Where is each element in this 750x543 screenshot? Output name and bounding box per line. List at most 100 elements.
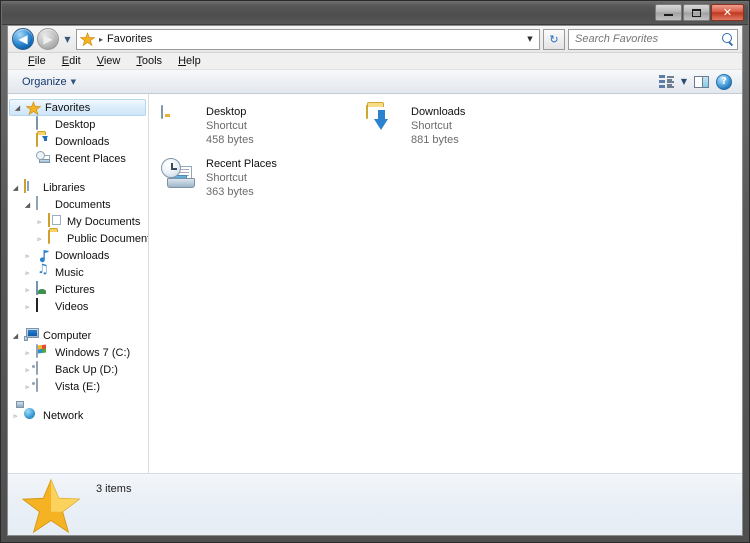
list-item[interactable]: Desktop Shortcut 458 bytes <box>157 102 362 154</box>
minimize-button[interactable] <box>655 4 682 21</box>
breadcrumb-path[interactable]: Favorites <box>107 33 152 45</box>
menu-bar: File Edit View Tools Help <box>8 53 742 70</box>
preview-pane-icon[interactable] <box>694 75 709 88</box>
history-dropdown-button[interactable]: ▼ <box>62 35 73 44</box>
tree-expand-icon-closed[interactable]: ▹ <box>22 286 33 294</box>
file-size: 458 bytes <box>206 134 254 146</box>
menu-view[interactable]: View <box>89 54 129 69</box>
refresh-icon: ↻ <box>549 32 559 46</box>
sidebar-item-libraries[interactable]: ◢ Libraries <box>8 178 148 196</box>
sidebar-item-label: Back Up (D:) <box>55 363 118 376</box>
title-bar[interactable]: ✕ <box>2 2 748 25</box>
sidebar-item-label: Desktop <box>55 118 96 131</box>
sidebar-item-documents[interactable]: ◢ Documents <box>8 195 148 213</box>
file-text-block: Desktop Shortcut 458 bytes <box>206 104 254 152</box>
tree-expand-icon-open[interactable]: ◢ <box>22 201 33 209</box>
sidebar-item-label: Vista (E:) <box>55 380 101 393</box>
refresh-button[interactable]: ↻ <box>543 28 565 50</box>
sidebar-item-downloads[interactable]: ▹ Downloads <box>8 247 148 264</box>
music-icon <box>36 265 52 281</box>
breadcrumb-bar[interactable]: ▸ Favorites ▼ <box>76 28 540 50</box>
tree-expand-icon-closed[interactable]: ▹ <box>22 269 33 277</box>
menu-edit-rest: dit <box>69 54 81 67</box>
recent-icon <box>36 150 52 167</box>
sidebar-item-vista-e[interactable]: ▹ Vista (E:) <box>8 377 148 395</box>
favorites-star-large-icon <box>21 478 81 534</box>
tree-expand-icon-closed[interactable]: ▹ <box>34 218 45 226</box>
file-name: Recent Places <box>206 158 277 170</box>
sidebar-item-label: Computer <box>43 329 92 342</box>
sidebar-item-my-documents[interactable]: ▹ My Documents <box>8 212 148 230</box>
sidebar-item-desktop[interactable]: Desktop <box>8 115 148 133</box>
tree-expand-icon-closed[interactable]: ▹ <box>34 235 45 243</box>
navigation-pane[interactable]: ◢ Favorites Desktop Downloads Recent Places ◢… <box>8 94 149 473</box>
search-input[interactable] <box>575 33 721 45</box>
chevron-down-icon: ▼ <box>70 77 77 86</box>
sidebar-item-windows-7-c[interactable]: ▹ Windows 7 (C:) <box>8 343 148 361</box>
menu-help[interactable]: Help <box>170 54 209 69</box>
view-options-icon[interactable] <box>658 75 674 88</box>
folder-downloads-icon <box>366 105 402 142</box>
status-bar: 3 items <box>8 473 742 535</box>
tree-group-spacer <box>8 167 148 179</box>
file-type: Shortcut <box>206 172 247 184</box>
tree-expand-icon-open[interactable]: ◢ <box>10 184 21 192</box>
sidebar-item-computer[interactable]: ◢ Computer <box>8 327 148 344</box>
sidebar-item-label: Downloads <box>55 135 110 148</box>
sidebar-item-label: Libraries <box>43 181 86 194</box>
maximize-button[interactable] <box>683 4 710 21</box>
forward-button[interactable]: ▶ <box>37 28 59 50</box>
downloads-icon <box>36 132 52 150</box>
sidebar-item-pictures[interactable]: ▹ Pictures <box>8 280 148 298</box>
menu-tools-rest: ools <box>141 54 163 67</box>
sidebar-item-favorites[interactable]: ◢ Favorites <box>9 99 146 116</box>
sidebar-item-back-up-d[interactable]: ▹ Back Up (D:) <box>8 360 148 378</box>
tree-expand-icon-closed[interactable]: ▹ <box>10 412 21 420</box>
sidebar-item-public-documents[interactable]: ▹ Public Documents <box>8 229 149 247</box>
sidebar-item-recent-places[interactable]: Recent Places <box>8 150 148 167</box>
favorites-star-icon <box>79 31 96 47</box>
videos-icon <box>36 297 52 315</box>
tree-expand-icon-closed[interactable]: ▹ <box>22 252 33 260</box>
sidebar-item-label: My Documents <box>67 215 141 228</box>
menu-file[interactable]: File <box>20 54 54 69</box>
search-icon <box>721 32 734 46</box>
list-item[interactable]: Downloads Shortcut 881 bytes <box>362 102 567 154</box>
close-icon: ✕ <box>722 6 733 19</box>
network-icon <box>16 400 40 424</box>
sidebar-item-videos[interactable]: ▹ Videos <box>8 297 148 315</box>
tree-group-spacer <box>8 395 148 407</box>
maximize-icon <box>692 8 701 17</box>
sidebar-item-music[interactable]: ▹ Music <box>8 264 148 281</box>
breadcrumb-separator: ▸ <box>99 34 104 44</box>
address-dropdown-icon[interactable]: ▼ <box>523 35 537 43</box>
document-icon <box>36 195 52 213</box>
explorer-window: ✕ ◀ ▶ ▼ ▸ Favorites ▼ ↻ Search Favorites… <box>0 0 750 543</box>
organize-button[interactable]: Organize ▼ <box>22 76 76 88</box>
sidebar-item-label: Public Documents <box>67 232 149 245</box>
tree-expand-icon-open[interactable]: ◢ <box>10 332 21 340</box>
address-bar: ◀ ▶ ▼ ▸ Favorites ▼ ↻ <box>8 26 742 53</box>
window-controls: ✕ <box>655 4 744 21</box>
tree-expand-icon-closed[interactable]: ▹ <box>22 349 33 357</box>
menu-file-accel: F <box>28 54 35 67</box>
forward-arrow-icon: ▶ <box>43 32 53 46</box>
menu-edit-accel: E <box>61 54 70 67</box>
library-icon <box>24 178 40 196</box>
drive-windows-icon <box>36 343 52 361</box>
tree-expand-icon-open[interactable]: ◢ <box>12 104 23 112</box>
status-item-count: 3 items <box>96 483 132 495</box>
menu-edit[interactable]: Edit <box>54 54 89 69</box>
sidebar-item-downloads[interactable]: Downloads <box>8 132 148 150</box>
back-button[interactable]: ◀ <box>12 28 34 50</box>
close-button[interactable]: ✕ <box>711 4 744 21</box>
help-icon[interactable]: ? <box>716 73 732 90</box>
view-dropdown-icon[interactable]: ▼ <box>681 77 687 86</box>
list-item[interactable]: Recent Places Shortcut 363 bytes <box>157 154 362 206</box>
file-list-view[interactable]: Desktop Shortcut 458 bytes Downloads Sho… <box>149 94 742 473</box>
sidebar-item-network[interactable]: ▹ Network <box>8 400 148 424</box>
sidebar-item-label: Pictures <box>55 283 95 296</box>
menu-tools[interactable]: Tools <box>128 54 170 69</box>
search-box[interactable] <box>568 28 738 50</box>
tree-expand-icon-closed[interactable]: ▹ <box>22 303 33 311</box>
